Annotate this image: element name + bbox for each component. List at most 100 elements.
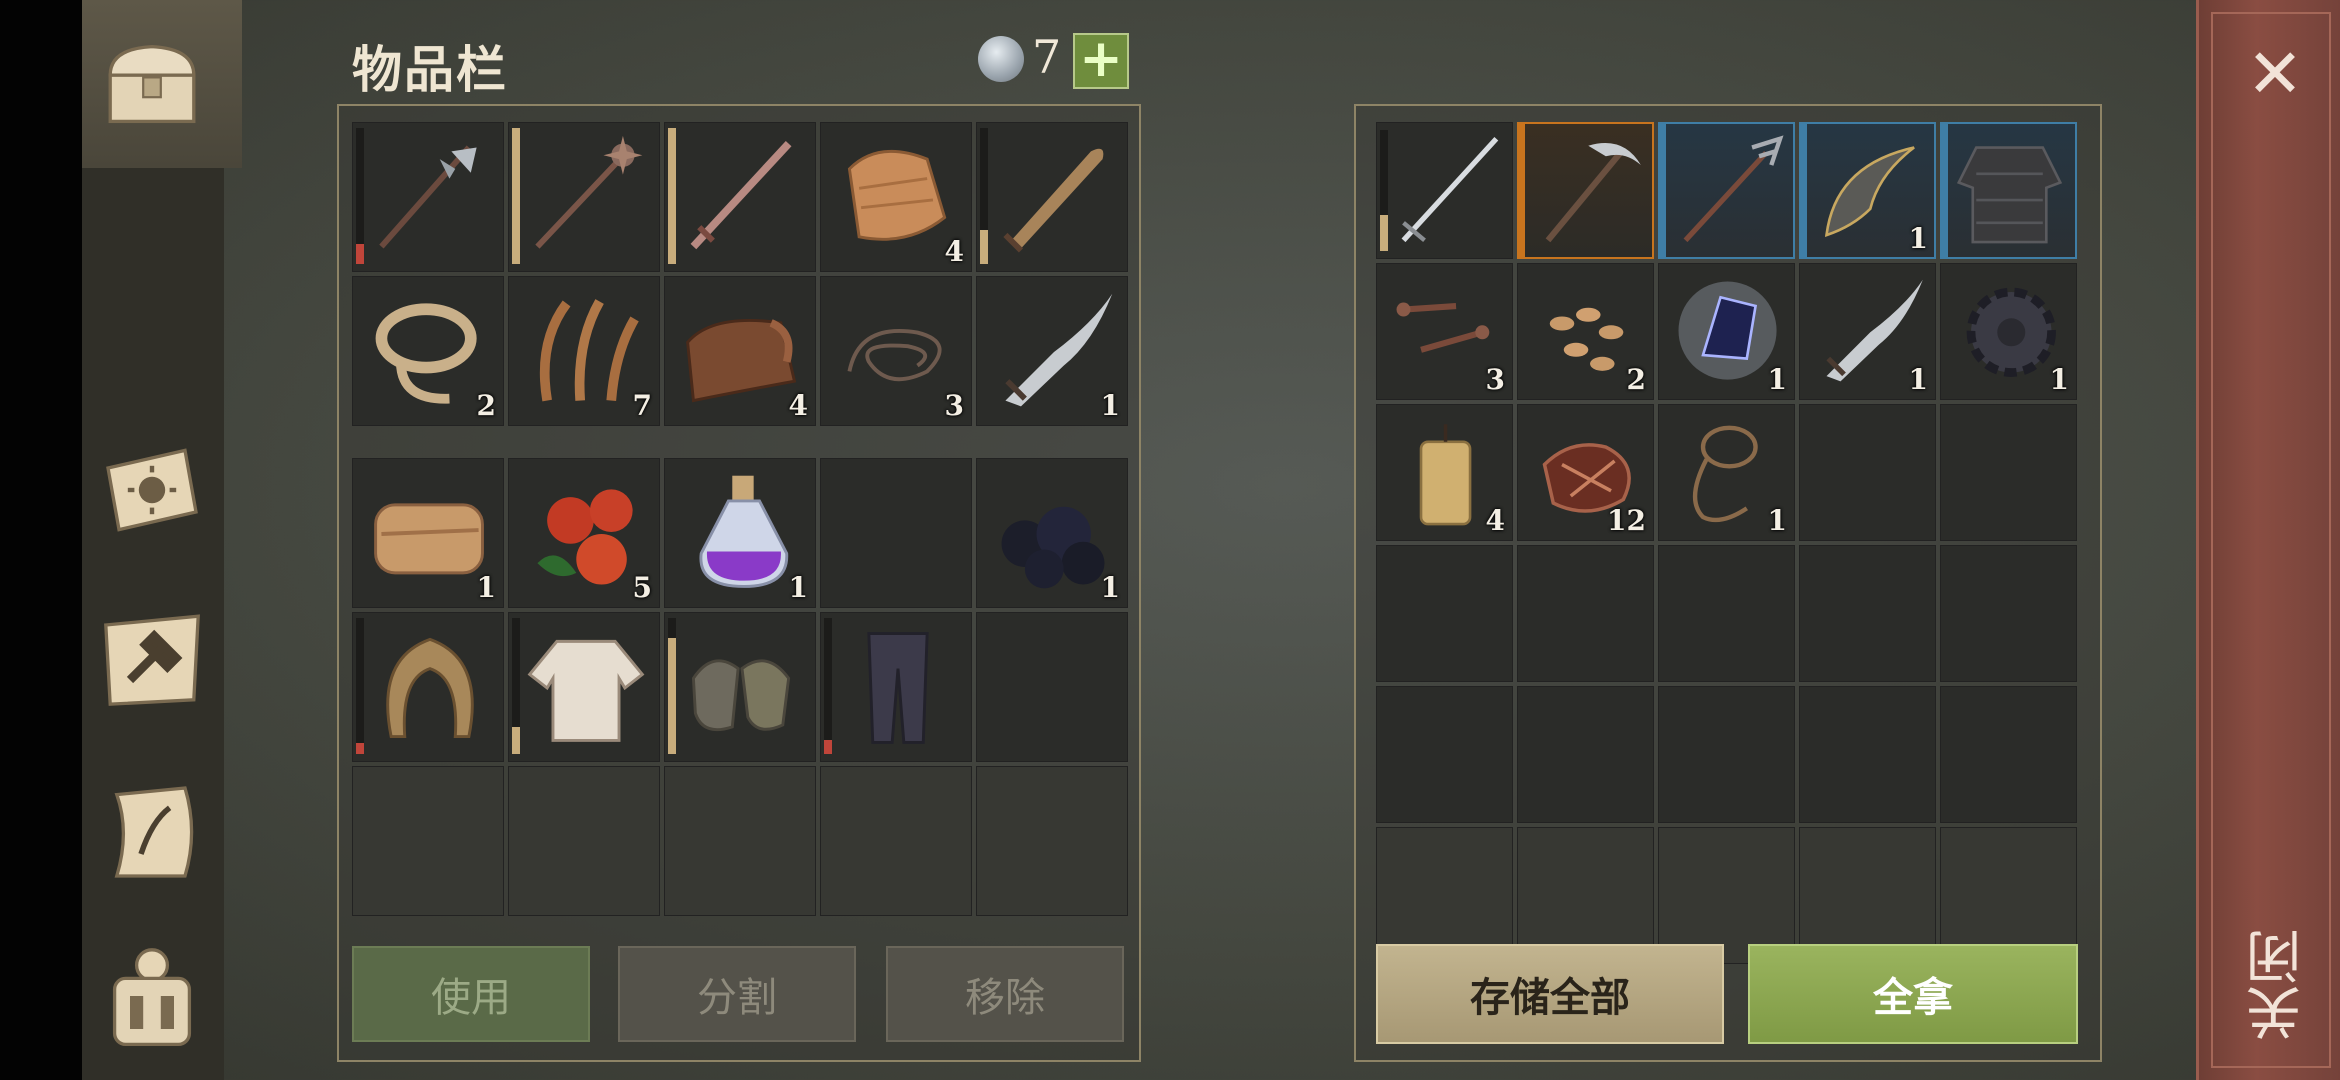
empty-slot[interactable] bbox=[976, 766, 1128, 916]
item-slot[interactable] bbox=[508, 122, 660, 272]
item-slot[interactable]: 1 bbox=[1799, 122, 1936, 259]
close-label[interactable]: 关闭 bbox=[2238, 920, 2318, 1050]
bronze-blade-icon bbox=[1003, 148, 1104, 253]
item-slot[interactable] bbox=[1940, 122, 2077, 259]
close-icon[interactable]: ✕ bbox=[2240, 40, 2310, 110]
close-panel[interactable] bbox=[2196, 0, 2340, 1080]
item-count: 1 bbox=[788, 571, 808, 604]
empty-slot[interactable] bbox=[820, 458, 972, 608]
spiked-mace-icon bbox=[535, 135, 643, 249]
durability-bar bbox=[980, 128, 988, 264]
empty-slot[interactable] bbox=[1376, 686, 1513, 823]
silver-coin-icon bbox=[978, 36, 1024, 82]
item-count: 4 bbox=[788, 389, 808, 422]
item-slot[interactable] bbox=[1376, 122, 1513, 259]
item-count: 1 bbox=[1767, 504, 1787, 537]
shirt-icon bbox=[527, 639, 645, 742]
durability-bar bbox=[824, 618, 832, 754]
item-slot[interactable] bbox=[664, 612, 816, 762]
item-slot[interactable]: 1 bbox=[664, 458, 816, 608]
item-slot[interactable]: 7 bbox=[508, 276, 660, 426]
chainmail-icon bbox=[1956, 146, 2063, 244]
pickaxe-icon bbox=[1545, 143, 1641, 243]
item-count: 1 bbox=[1908, 222, 1928, 255]
rarity-bar bbox=[1660, 124, 1666, 257]
item-slot[interactable] bbox=[1517, 122, 1654, 259]
durability-bar bbox=[512, 128, 520, 264]
durability-bar bbox=[356, 128, 364, 264]
item-count: 5 bbox=[632, 571, 652, 604]
item-slot[interactable]: 12 bbox=[1517, 404, 1654, 541]
item-slot[interactable]: 4 bbox=[664, 276, 816, 426]
item-slot[interactable] bbox=[352, 612, 504, 762]
add-currency-button[interactable]: + bbox=[1073, 33, 1129, 89]
item-slot[interactable]: 1 bbox=[1799, 263, 1936, 400]
empty-slot[interactable] bbox=[664, 766, 816, 916]
screen-edge bbox=[0, 0, 82, 1080]
durability-bar bbox=[668, 128, 676, 264]
item-slot[interactable]: 1 bbox=[976, 458, 1128, 608]
halberd-icon bbox=[379, 145, 477, 249]
empty-slot[interactable] bbox=[1799, 686, 1936, 823]
durability-bar bbox=[356, 618, 364, 754]
item-slot[interactable] bbox=[976, 122, 1128, 272]
gloves-icon bbox=[691, 659, 791, 732]
crafting-hammer-icon[interactable] bbox=[92, 598, 212, 718]
item-count: 4 bbox=[1485, 504, 1505, 537]
empty-slot[interactable] bbox=[1940, 686, 2077, 823]
empty-slot[interactable] bbox=[976, 612, 1128, 762]
rarity-bar bbox=[1519, 124, 1525, 257]
item-count: 1 bbox=[1100, 389, 1120, 422]
item-count: 3 bbox=[944, 389, 964, 422]
item-slot[interactable]: 1 bbox=[1658, 404, 1795, 541]
quest-scroll-icon[interactable] bbox=[92, 772, 212, 892]
item-slot[interactable]: 1 bbox=[1940, 263, 2077, 400]
empty-slot[interactable] bbox=[352, 766, 504, 916]
backpack-icon[interactable] bbox=[92, 936, 212, 1056]
empty-slot[interactable] bbox=[1658, 686, 1795, 823]
item-slot[interactable]: 1 bbox=[976, 276, 1128, 426]
rarity-bar bbox=[1942, 124, 1948, 257]
empty-slot[interactable] bbox=[1658, 545, 1795, 682]
item-slot[interactable]: 1 bbox=[352, 458, 504, 608]
empty-slot[interactable] bbox=[1940, 404, 2077, 541]
item-count: 4 bbox=[944, 235, 964, 268]
item-slot[interactable] bbox=[1658, 122, 1795, 259]
item-slot[interactable]: 4 bbox=[1376, 404, 1513, 541]
item-slot[interactable]: 2 bbox=[352, 276, 504, 426]
empty-slot[interactable] bbox=[1799, 404, 1936, 541]
store-all-button[interactable]: 存储全部 bbox=[1376, 944, 1724, 1044]
item-slot[interactable] bbox=[508, 612, 660, 762]
split-button[interactable]: 分割 bbox=[618, 946, 856, 1042]
item-slot[interactable]: 3 bbox=[1376, 263, 1513, 400]
empty-slot[interactable] bbox=[1376, 545, 1513, 682]
empty-slot[interactable] bbox=[508, 766, 660, 916]
item-count: 12 bbox=[1607, 504, 1646, 537]
item-count: 7 bbox=[632, 389, 652, 422]
item-slot[interactable]: 1 bbox=[1658, 263, 1795, 400]
empty-slot[interactable] bbox=[1517, 686, 1654, 823]
longsword-icon bbox=[1401, 136, 1499, 243]
chest-icon[interactable] bbox=[92, 24, 212, 144]
empty-slot[interactable] bbox=[1940, 545, 2077, 682]
storage-grid: 1 3 2 1 1 1 4 12 1 bbox=[1376, 122, 2077, 964]
item-slot[interactable]: 3 bbox=[820, 276, 972, 426]
item-count: 1 bbox=[1767, 363, 1787, 396]
take-all-button[interactable]: 全拿 bbox=[1748, 944, 2078, 1044]
empty-slot[interactable] bbox=[1799, 545, 1936, 682]
item-slot[interactable]: 2 bbox=[1517, 263, 1654, 400]
item-count: 1 bbox=[476, 571, 496, 604]
empty-slot[interactable] bbox=[1517, 545, 1654, 682]
page-title: 物品栏 bbox=[352, 41, 508, 99]
item-slot[interactable] bbox=[820, 612, 972, 762]
sun-book-icon[interactable] bbox=[92, 430, 212, 550]
item-slot[interactable]: 4 bbox=[820, 122, 972, 272]
use-button[interactable]: 使用 bbox=[352, 946, 590, 1042]
empty-slot[interactable] bbox=[820, 766, 972, 916]
remove-button[interactable]: 移除 bbox=[886, 946, 1124, 1042]
item-slot[interactable] bbox=[664, 122, 816, 272]
trident-icon bbox=[1683, 135, 1784, 243]
item-slot[interactable]: 5 bbox=[508, 458, 660, 608]
item-slot[interactable] bbox=[352, 122, 504, 272]
inventory-grid-2: 1511 bbox=[352, 458, 1128, 916]
